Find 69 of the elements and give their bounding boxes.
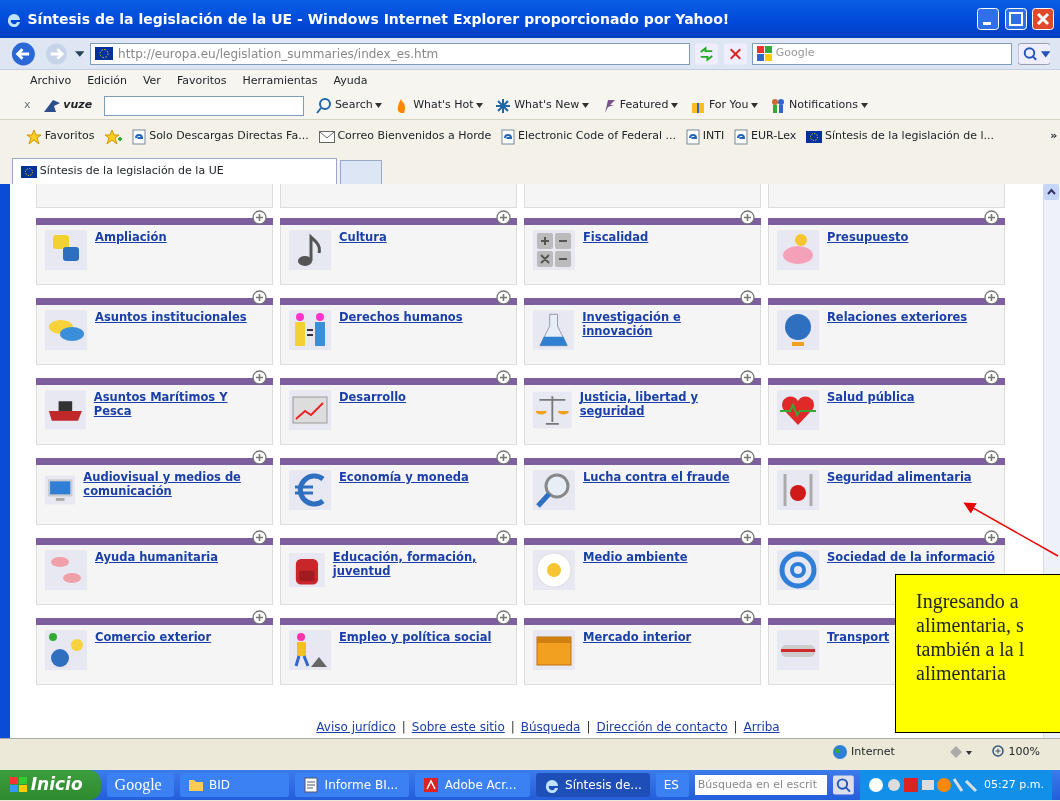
bookmark-link[interactable]: EUR-Lex	[751, 128, 797, 145]
category-link[interactable]: Comercio exterior	[95, 630, 212, 679]
toolbar-button[interactable]: Search	[334, 97, 373, 114]
menu-item[interactable]: Ver	[142, 72, 161, 90]
clock-text: 05:27 p.m.	[984, 776, 1044, 793]
desktop-search-field[interactable]: Búsqueda en el escrit	[694, 775, 828, 795]
category-link[interactable]: Ampliación	[95, 230, 167, 279]
menu-item[interactable]: Herramientas	[242, 72, 318, 90]
bookmark-link[interactable]: Síntesis de la legislación de l...	[824, 128, 995, 145]
language-button[interactable]: ES	[655, 773, 689, 797]
category-link[interactable]: Medio ambiente	[583, 550, 688, 599]
category-link[interactable]: Lucha contra el fraude	[583, 470, 730, 519]
category-link[interactable]: Transport	[827, 630, 890, 679]
toolbar-button[interactable]: Notifications	[789, 97, 858, 114]
category-link[interactable]: Investigación e innovación	[582, 310, 752, 359]
category-link[interactable]: Presupuesto	[827, 230, 909, 279]
callout-tooltip: Ingresando a alimentaria, s también a la l alimentaria	[895, 574, 1060, 733]
category-link[interactable]: Educación, formación, juventud	[332, 550, 508, 599]
menu-item[interactable]: Edición	[87, 72, 127, 90]
category-link[interactable]: Economía y moneda	[339, 470, 469, 519]
taskbar-button[interactable]: Informe BI...	[295, 773, 410, 797]
taskbar-button[interactable]: BID	[179, 773, 290, 797]
separator-text: |	[510, 719, 515, 736]
taskbar-button[interactable]: Adobe Acr...	[415, 773, 530, 797]
google-toolbar-button[interactable]: Google	[106, 773, 174, 797]
zone-text: Internet	[851, 743, 895, 760]
footer-link[interactable]: Arriba	[743, 718, 780, 736]
category-link[interactable]: Seguridad alimentaria	[827, 470, 972, 519]
category-link[interactable]: Audiovisual y medios de comunicación	[83, 470, 264, 519]
category-link[interactable]: Asuntos institucionales	[95, 310, 247, 359]
category-link[interactable]: Mercado interior	[583, 630, 692, 679]
menu-item[interactable]: Archivo	[30, 72, 72, 90]
category-link[interactable]: Fiscalidad	[583, 230, 649, 279]
category-link[interactable]: Cultura	[339, 230, 387, 279]
separator-text: |	[733, 719, 738, 736]
bookmark-link[interactable]: Solo Descargas Directas Fa...	[149, 128, 309, 145]
category-link[interactable]: Desarrollo	[339, 390, 406, 439]
toolbar-button[interactable]: Featured	[619, 97, 669, 114]
menu-item[interactable]: Ayuda	[333, 72, 368, 90]
window-title: Síntesis de la legislación de la UE - Windows Internet Explorer proporcionado por Yahoo!	[27, 9, 731, 29]
browser-tab[interactable]: Síntesis de la legislación de la UE	[12, 158, 337, 184]
footer-link[interactable]: Aviso jurídico	[316, 718, 396, 736]
favorites-button[interactable]: Favoritos	[44, 128, 95, 145]
bookmark-link[interactable]: INTI	[702, 128, 725, 145]
category-link[interactable]: Derechos humanos	[339, 310, 463, 359]
category-link[interactable]: Asuntos Marítimos Y Pesca	[93, 390, 264, 439]
category-link[interactable]: Justicia, libertad y seguridad	[579, 390, 752, 439]
address-field[interactable]: http://europa.eu/legislation_summaries/index_es.htm	[89, 42, 690, 65]
more-bookmarks-button[interactable]: »	[1050, 128, 1058, 145]
toolbar-button[interactable]: What's New	[514, 97, 580, 114]
bookmark-link[interactable]: Correo Bienvenidos a Horde	[337, 128, 492, 145]
taskbar-button[interactable]: Síntesis de...	[535, 773, 650, 797]
separator-text: |	[401, 719, 406, 736]
toolbar-button[interactable]: For You	[708, 97, 749, 114]
footer-link[interactable]: Dirección de contacto	[596, 718, 728, 736]
separator-text: |	[586, 719, 591, 736]
toolbar-button[interactable]: What's Hot	[413, 97, 474, 114]
category-link[interactable]: Relaciones exteriores	[827, 310, 968, 359]
close-button[interactable]: x	[24, 97, 31, 114]
category-link[interactable]: Ayuda humanitaria	[95, 550, 219, 599]
start-button[interactable]: Inicio	[0, 770, 101, 800]
bookmark-link[interactable]: Electronic Code of Federal ...	[518, 128, 677, 145]
menu-item[interactable]: Favoritos	[176, 72, 227, 90]
zoom-button[interactable]: 100%	[1008, 743, 1040, 761]
footer-link[interactable]: Búsqueda	[520, 718, 581, 736]
category-link[interactable]: Empleo y política social	[339, 630, 492, 679]
footer-link[interactable]: Sobre este sitio	[411, 718, 505, 736]
category-link[interactable]: Salud pública	[827, 390, 915, 439]
vuze-logo[interactable]: vuze	[63, 97, 93, 114]
